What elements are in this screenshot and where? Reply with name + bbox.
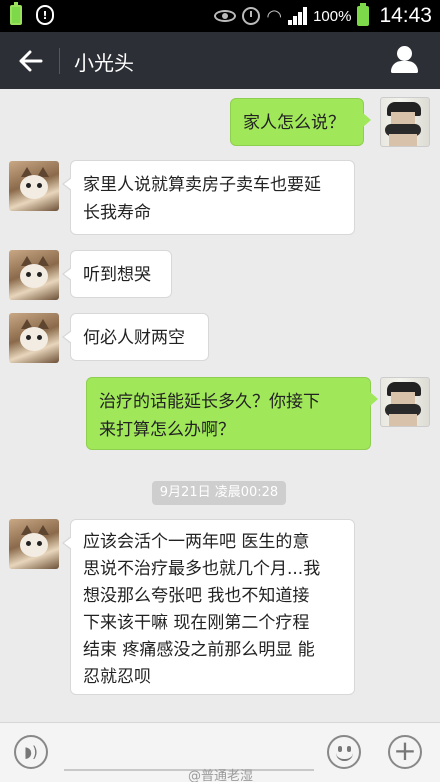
emoji-icon: [338, 746, 342, 752]
my-avatar[interactable]: [380, 97, 430, 147]
signal-icon: [288, 7, 308, 25]
eye-icon: [214, 10, 237, 22]
message-line: 家里人说就算卖房子卖车也要延: [83, 175, 321, 195]
message-line: 应该会活个一两年吧 医生的意: [83, 532, 310, 552]
chat-title: 小光头: [74, 51, 134, 75]
battery-small-icon: [10, 2, 22, 25]
contact-avatar[interactable]: [9, 313, 59, 363]
plus-icon: +: [393, 734, 417, 767]
message-bubble-incoming[interactable]: 家里人说就算卖房子卖车也要延 长我寿命: [62, 160, 355, 235]
contact-avatar[interactable]: [9, 519, 59, 569]
message-list[interactable]: 家人怎么说？ 家里人说就算卖房子卖车也要延 长我寿命 听到想哭 何必人财两空 治…: [0, 89, 440, 722]
message-bubble-incoming[interactable]: 应该会活个一两年吧 医生的意 思说不治疗最多也就几个月...我 想没那么夸张吧 …: [62, 519, 355, 695]
message-bubble-incoming[interactable]: 听到想哭: [62, 250, 172, 298]
message-line: 思说不治疗最多也就几个月...我: [83, 559, 321, 579]
message-line: 想没那么夸张吧 我也不知道接: [83, 586, 310, 606]
my-avatar[interactable]: [380, 377, 430, 427]
message-line: 结束 疼痛感没之前那么明显 能: [83, 640, 315, 660]
message-line: 来打算怎么办啊？: [99, 420, 235, 440]
shield-icon: !: [36, 5, 54, 25]
watermark: @普通老湿: [188, 769, 254, 782]
message-bubble-outgoing[interactable]: 治疗的话能延长多久？你接下 来打算怎么办啊？: [86, 377, 378, 450]
header-divider: [59, 48, 60, 74]
plus-button[interactable]: +: [388, 735, 422, 769]
voice-button[interactable]: ◗): [14, 735, 48, 769]
message-line: 治疗的话能延长多久？你接下: [99, 392, 320, 412]
back-button[interactable]: [12, 42, 50, 80]
message-bubble-incoming[interactable]: 何必人财两空: [62, 313, 209, 361]
alarm-icon: [242, 7, 261, 25]
battery-icon: [357, 3, 370, 26]
status-time: 14:43: [379, 4, 432, 27]
status-bar: ! ◠ 100% 14:43: [0, 0, 440, 32]
status-left: !: [10, 2, 54, 25]
message-line: 长我寿命: [83, 203, 151, 223]
message-line: 下来该干嘛 现在刚第二个疗程: [83, 613, 310, 633]
message-text: 家人怎么说？: [243, 113, 345, 133]
back-arrow-icon: [19, 50, 43, 72]
message-text: 听到想哭: [83, 265, 151, 285]
battery-percent: 100%: [313, 7, 352, 25]
timestamp-chip: 9月21日 凌晨00:28: [152, 481, 286, 505]
message-line: 忍就忍呗: [83, 667, 151, 687]
message-text: 何必人财两空: [83, 328, 185, 348]
message-bubble-outgoing[interactable]: 家人怎么说？: [230, 98, 371, 146]
voice-icon: ◗): [24, 743, 38, 761]
contact-avatar[interactable]: [9, 250, 59, 300]
contact-avatar[interactable]: [9, 161, 59, 211]
status-right: ◠ 100% 14:43: [214, 3, 432, 28]
profile-button[interactable]: [388, 44, 422, 78]
emoji-button[interactable]: [327, 735, 361, 769]
wifi-icon: ◠: [266, 5, 283, 26]
chat-header: 小光头: [0, 32, 440, 89]
person-icon: [397, 46, 412, 61]
